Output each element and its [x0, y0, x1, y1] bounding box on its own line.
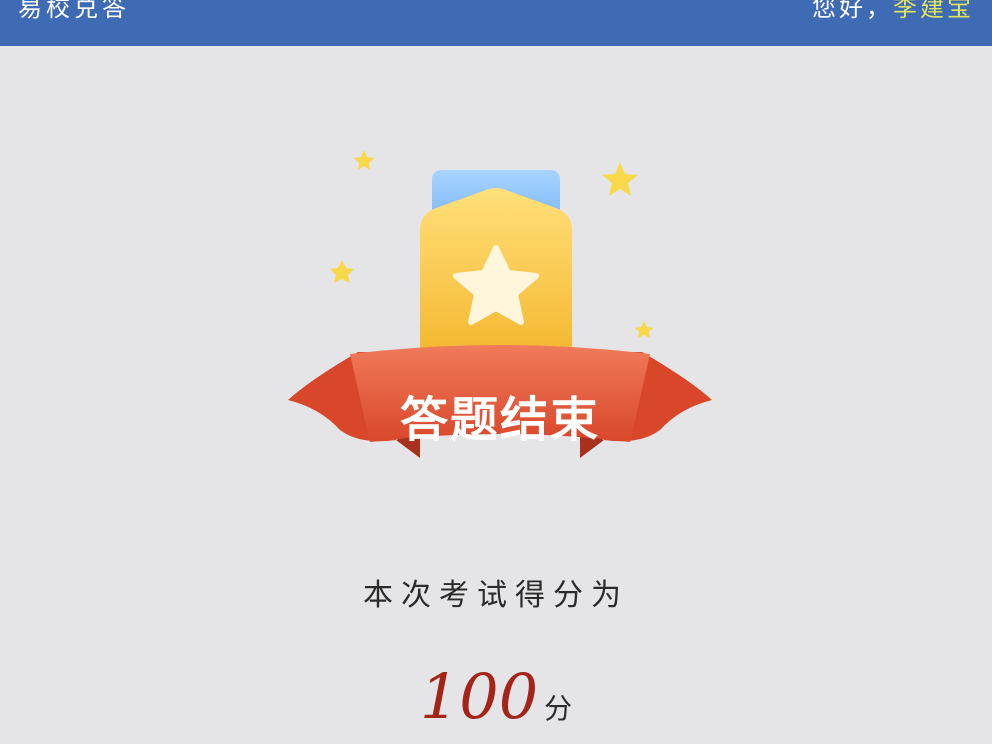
- score-unit: 分: [544, 692, 573, 725]
- app-header: 易校兑答 您好，李建宝: [0, 0, 992, 46]
- app-title: 易校兑答: [18, 0, 130, 22]
- score-display: 100 分: [0, 660, 992, 733]
- score-value: 100: [419, 660, 539, 733]
- score-caption: 本次考试得分为: [363, 578, 629, 613]
- quiz-finished-label: 答题结束: [399, 392, 600, 448]
- user-name[interactable]: 李建宝: [893, 0, 974, 22]
- completion-badge: 答题结束: [280, 140, 720, 490]
- user-greeting: 您好，李建宝: [812, 0, 974, 23]
- greeting-text: 您好，: [812, 0, 893, 22]
